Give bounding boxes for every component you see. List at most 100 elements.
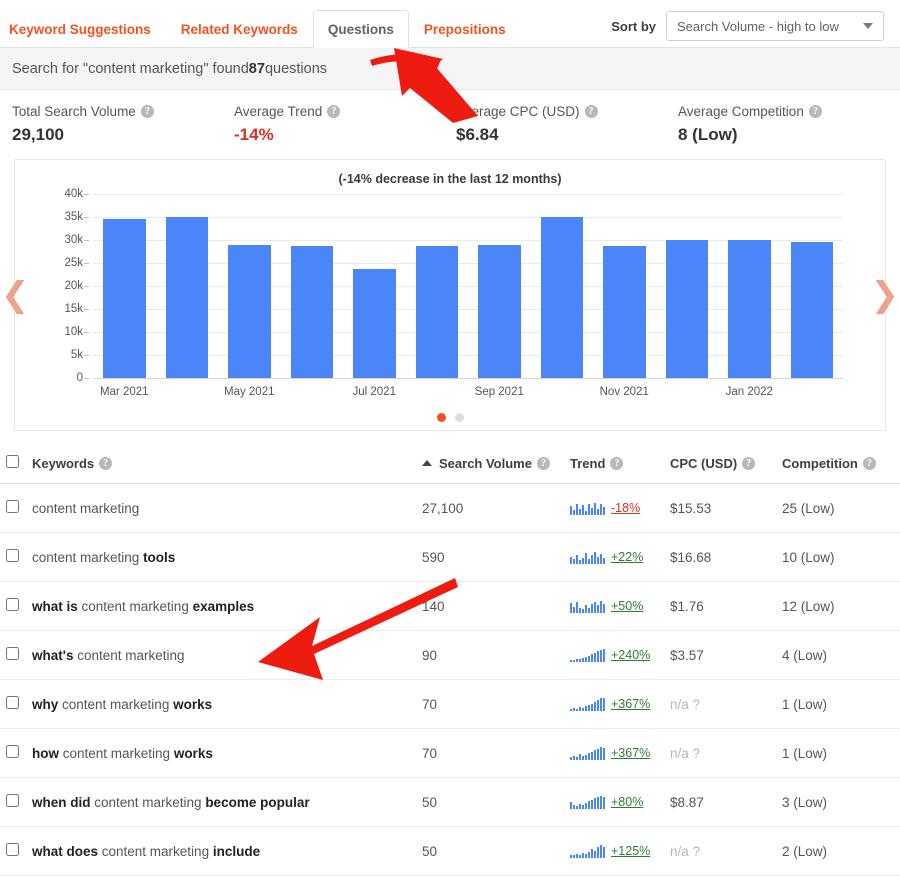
search-volume-cell: 90 — [418, 631, 566, 680]
keywords-table-wrap: Keywords ? Search Volume ? Trend ? — [0, 445, 900, 876]
tab-keyword-suggestions[interactable]: Keyword Suggestions — [0, 10, 166, 48]
chart-bar[interactable] — [166, 217, 209, 378]
chart-bar[interactable] — [228, 245, 271, 378]
tab-related-keywords[interactable]: Related Keywords — [166, 10, 313, 48]
th-trend-label: Trend — [570, 456, 605, 471]
y-axis-tick-label: 20k — [64, 280, 83, 292]
chart-bar[interactable] — [666, 240, 709, 378]
chart-bar[interactable] — [416, 246, 459, 378]
help-icon[interactable]: ? — [585, 105, 598, 118]
table-row[interactable]: what's content marketing90+240%$3.574 (L… — [0, 631, 900, 680]
row-checkbox[interactable] — [6, 549, 19, 562]
row-select-cell — [0, 582, 28, 631]
select-all-checkbox[interactable] — [6, 455, 19, 468]
chevron-down-icon — [863, 23, 873, 29]
trend-percent[interactable]: -18% — [611, 501, 640, 515]
chart-bar[interactable] — [478, 245, 521, 378]
stat-value: $6.84 — [456, 125, 668, 145]
summary-stats: Total Search Volume?29,100Average Trend?… — [0, 90, 900, 157]
chevron-left-icon[interactable]: ❮ — [1, 278, 30, 312]
help-icon[interactable]: ? — [537, 457, 550, 470]
keyword-cell[interactable]: why content marketing works — [28, 680, 418, 729]
x-axis-tick-label — [781, 386, 844, 404]
trend-percent[interactable]: +367% — [611, 697, 650, 711]
chart-y-axis: 40k35k30k25k20k15k10k5k0 — [49, 194, 89, 378]
row-select-cell — [0, 778, 28, 827]
keyword-cell[interactable]: content marketing tools — [28, 533, 418, 582]
help-icon[interactable]: ? — [327, 105, 340, 118]
help-icon[interactable]: ? — [742, 457, 755, 470]
th-trend[interactable]: Trend ? — [566, 445, 666, 484]
search-volume-cell: 70 — [418, 680, 566, 729]
th-cpc-label: CPC (USD) — [670, 456, 737, 471]
th-keywords[interactable]: Keywords ? — [28, 445, 418, 484]
chart-bar-slot — [218, 194, 281, 378]
help-icon[interactable]: ? — [610, 457, 623, 470]
th-search-volume[interactable]: Search Volume ? — [418, 445, 566, 484]
sort-control: Sort by Search Volume - high to low — [611, 11, 900, 47]
row-checkbox[interactable] — [6, 598, 19, 611]
trend-percent[interactable]: +367% — [611, 746, 650, 760]
chart-bar[interactable] — [353, 269, 396, 378]
help-icon[interactable]: ? — [141, 105, 154, 118]
x-axis-tick-label — [281, 386, 344, 404]
chevron-right-icon[interactable]: ❯ — [871, 278, 900, 312]
keyword-cell[interactable]: when did content marketing become popula… — [28, 778, 418, 827]
chart-bar[interactable] — [791, 242, 834, 378]
carousel-dot-1[interactable] — [437, 413, 446, 422]
chart-bar[interactable] — [103, 219, 146, 378]
trend-percent[interactable]: +22% — [611, 550, 643, 564]
table-row[interactable]: why content marketing works70+367%n/a ?1… — [0, 680, 900, 729]
y-axis-tick-label: 40k — [64, 188, 83, 200]
keyword-cell[interactable]: what's content marketing — [28, 631, 418, 680]
tab-prepositions[interactable]: Prepositions — [409, 10, 521, 48]
x-axis-tick-label: Nov 2021 — [593, 386, 656, 404]
trend-percent[interactable]: +80% — [611, 795, 643, 809]
table-row[interactable]: when did content marketing become popula… — [0, 778, 900, 827]
tab-questions[interactable]: Questions — [313, 10, 409, 48]
x-axis-tick-label — [156, 386, 219, 404]
keyword-cell[interactable]: what does content marketing include — [28, 827, 418, 876]
x-axis-tick-label: Jul 2021 — [343, 386, 406, 404]
table-row[interactable]: what does content marketing include50+12… — [0, 827, 900, 876]
help-icon[interactable]: ? — [809, 105, 822, 118]
competition-cell: 4 (Low) — [778, 631, 900, 680]
trend-percent[interactable]: +240% — [611, 648, 650, 662]
trend-sparkline-icon — [570, 501, 605, 515]
chart-bar[interactable] — [728, 240, 771, 378]
search-volume-cell: 70 — [418, 729, 566, 778]
help-icon[interactable]: ? — [99, 457, 112, 470]
table-row[interactable]: content marketing27,100-18%$15.5325 (Low… — [0, 484, 900, 533]
row-checkbox[interactable] — [6, 696, 19, 709]
row-checkbox[interactable] — [6, 647, 19, 660]
x-axis-tick-label — [531, 386, 594, 404]
cpc-cell: $16.68 — [666, 533, 778, 582]
row-checkbox[interactable] — [6, 745, 19, 758]
table-row[interactable]: what is content marketing examples140+50… — [0, 582, 900, 631]
th-competition[interactable]: Competition ? — [778, 445, 900, 484]
sort-by-select[interactable]: Search Volume - high to low — [666, 11, 884, 41]
table-row[interactable]: how content marketing works70+367%n/a ?1… — [0, 729, 900, 778]
trend-percent[interactable]: +125% — [611, 844, 650, 858]
keyword-cell[interactable]: how content marketing works — [28, 729, 418, 778]
help-icon[interactable]: ? — [863, 457, 876, 470]
trend-sparkline-icon — [570, 648, 605, 662]
x-axis-tick-label: Mar 2021 — [93, 386, 156, 404]
keyword-cell[interactable]: what is content marketing examples — [28, 582, 418, 631]
th-cpc[interactable]: CPC (USD) ? — [666, 445, 778, 484]
th-select-all — [0, 445, 28, 484]
chart-bar[interactable] — [541, 217, 584, 378]
table-row[interactable]: content marketing tools590+22%$16.6810 (… — [0, 533, 900, 582]
trend-percent[interactable]: +50% — [611, 599, 643, 613]
row-checkbox[interactable] — [6, 500, 19, 513]
cpc-cell: n/a ? — [666, 729, 778, 778]
row-select-cell — [0, 729, 28, 778]
row-checkbox[interactable] — [6, 794, 19, 807]
chart-bar[interactable] — [291, 246, 334, 378]
keyword-cell[interactable]: content marketing — [28, 484, 418, 533]
stat-label-text: Average CPC (USD) — [456, 104, 580, 119]
chart-bar[interactable] — [603, 246, 646, 378]
carousel-dot-2[interactable] — [455, 413, 464, 422]
row-checkbox[interactable] — [6, 843, 19, 856]
trend-cell: -18% — [566, 484, 666, 533]
